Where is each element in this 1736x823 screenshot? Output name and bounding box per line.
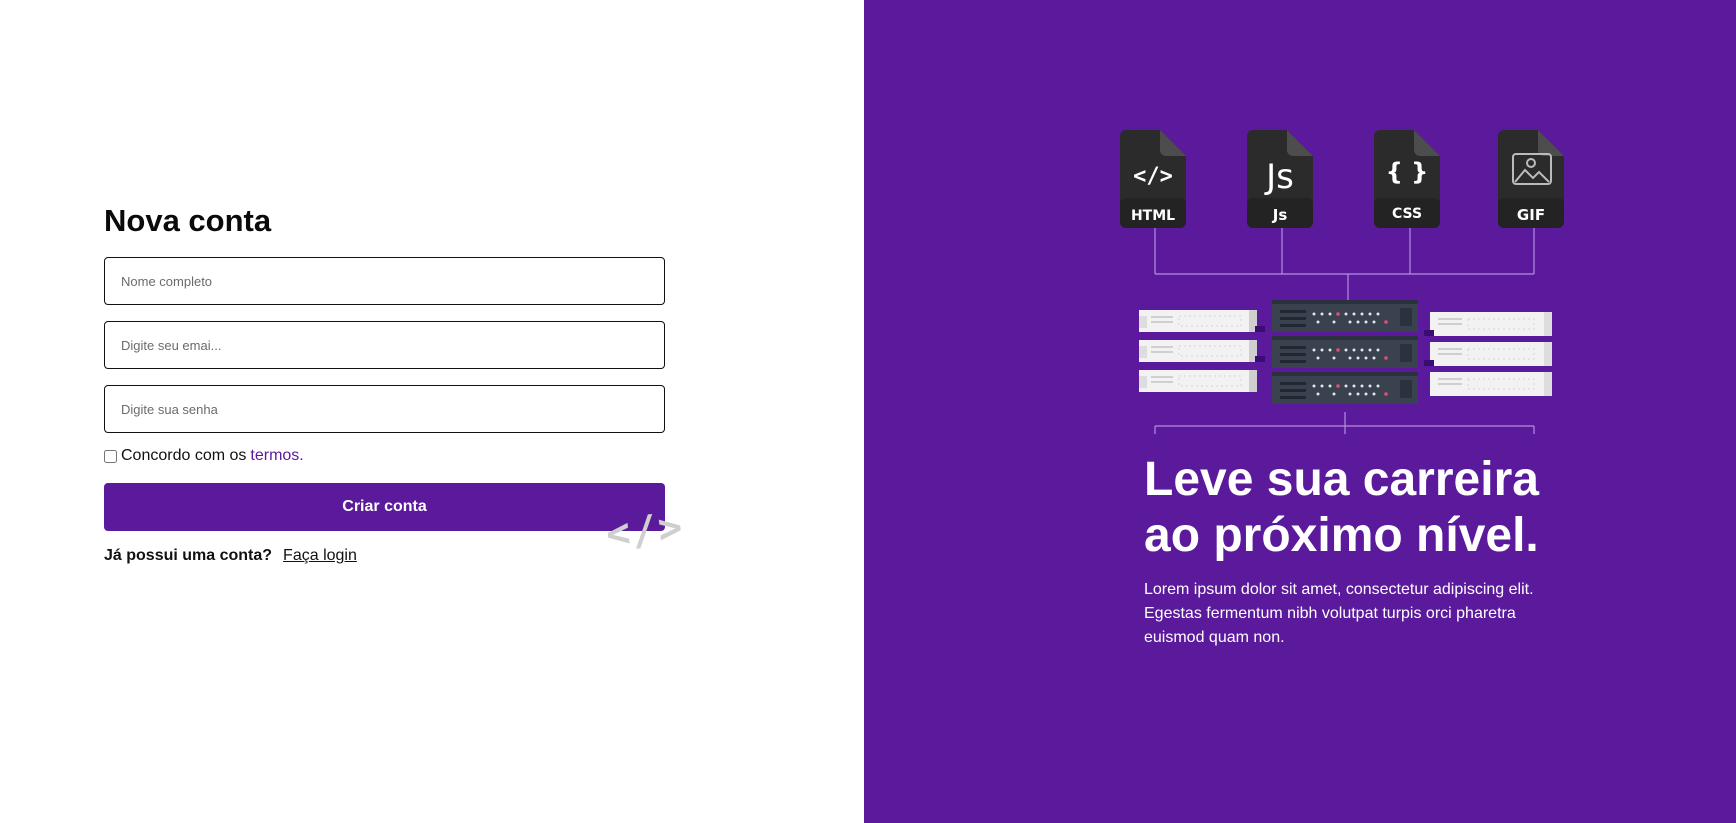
hero-headline-line2: ao próximo nível. xyxy=(1144,509,1539,562)
gif-label: GIF xyxy=(1517,206,1545,224)
right-server-stack xyxy=(1424,312,1552,396)
hero-headline: Leve sua carreira ao próximo nível. xyxy=(1144,452,1604,564)
terms-checkbox[interactable] xyxy=(104,449,117,463)
html-glyph: </> xyxy=(1133,164,1173,189)
form-title: Nova conta xyxy=(104,203,272,238)
terms-link[interactable]: termos. xyxy=(250,447,303,465)
hero-description: Lorem ipsum dolor sit amet, consectetur … xyxy=(1144,581,1534,646)
email-input[interactable] xyxy=(104,321,665,369)
html-file-icon: </> HTML xyxy=(1120,130,1186,228)
signup-form: Nova conta Concordo com os termos. Criar… xyxy=(104,203,665,564)
left-server-stack xyxy=(1139,310,1265,392)
css-file-icon: { } CSS xyxy=(1374,130,1440,228)
terms-row: Concordo com os termos. xyxy=(104,446,304,466)
login-link[interactable]: Faça login xyxy=(283,547,357,565)
login-row: Já possui uma conta? Faça login xyxy=(104,546,357,566)
code-decoration: </> xyxy=(603,504,687,558)
js-label: Js xyxy=(1272,206,1288,224)
login-question: Já possui uma conta? xyxy=(104,547,273,564)
hero-headline-line1: Leve sua carreira xyxy=(1144,453,1539,506)
css-label: CSS xyxy=(1392,206,1422,222)
js-glyph: Js xyxy=(1264,157,1294,197)
name-input[interactable] xyxy=(104,257,665,305)
gif-file-icon: GIF xyxy=(1498,130,1564,228)
create-account-button[interactable]: Criar conta xyxy=(104,483,665,531)
password-input[interactable] xyxy=(104,385,665,433)
css-glyph: { } xyxy=(1386,158,1429,186)
html-label: HTML xyxy=(1131,208,1175,224)
center-server-stack xyxy=(1272,300,1418,404)
js-file-icon: Js Js xyxy=(1247,130,1313,228)
server-illustration: </> HTML Js Js { } CSS GIF xyxy=(1120,130,1564,434)
signup-pane: Nova conta Concordo com os termos. Criar… xyxy=(0,0,864,823)
terms-label: Concordo com os xyxy=(121,447,247,464)
